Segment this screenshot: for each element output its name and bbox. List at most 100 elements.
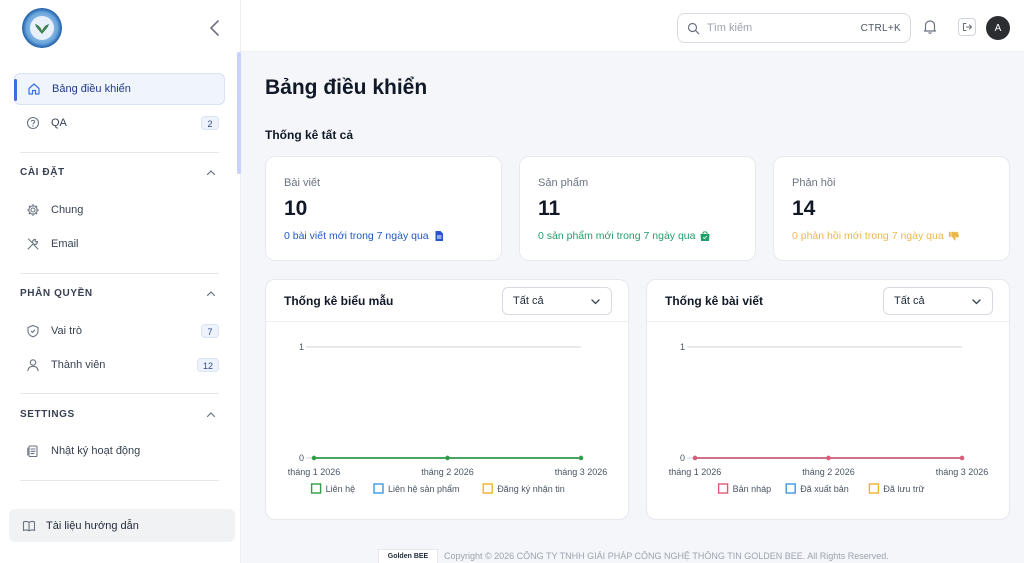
y-tick-label: 1: [680, 342, 685, 352]
data-point: [692, 455, 698, 461]
forms-line-chart: 0 1 tháng 1 2026 tháng 2 2026 tháng 3 2026 Li…: [288, 342, 608, 494]
stat-note-text: 0 bài viết mới trong 7 ngày qua: [284, 230, 429, 242]
sidebar-item-general[interactable]: Chung: [14, 194, 225, 226]
help-circle-icon: [26, 116, 40, 130]
chart-filter-select[interactable]: Tất cả: [883, 287, 993, 315]
topbar: Tìm kiếm CTRL+K A: [241, 0, 1024, 52]
search-shortcut: CTRL+K: [860, 22, 901, 34]
search-box[interactable]: Tìm kiếm CTRL+K: [677, 13, 911, 43]
sidebar-item-activity-log[interactable]: Nhật ký hoạt động: [14, 435, 225, 467]
divider: [20, 393, 219, 394]
stat-note: 0 phản hồi mới trong 7 ngày qua: [792, 230, 960, 242]
stat-value: 10: [284, 197, 308, 220]
chevron-down-icon: [590, 296, 601, 307]
sidebar-item-label: Thành viên: [51, 359, 106, 371]
legend-label: Đăng ký nhận tin: [497, 484, 565, 494]
chevron-up-icon[interactable]: [205, 408, 217, 420]
data-point: [959, 455, 965, 461]
section-title-settings: CÀI ĐẶT: [20, 167, 65, 178]
stat-value: 14: [792, 197, 816, 220]
sidebar-scrollbar[interactable]: [237, 52, 241, 174]
stats-heading: Thống kê tất cả: [265, 128, 354, 142]
legend-swatch: [717, 483, 729, 494]
bell-icon[interactable]: [922, 18, 938, 35]
posts-line-chart: 0 1 tháng 1 2026 tháng 2 2026 tháng 3 2026 Bả…: [669, 342, 989, 494]
stat-label: Phản hồi: [792, 177, 836, 189]
chart-header: Thống kê biểu mẫu Tất cả: [266, 280, 628, 322]
chart-filter-value: Tất cả: [513, 295, 544, 307]
legend-swatch: [373, 483, 384, 494]
chevron-up-icon[interactable]: [205, 287, 217, 299]
x-tick-label: tháng 1 2026: [288, 467, 341, 477]
sidebar-item-dashboard[interactable]: Bảng điều khiển: [14, 73, 225, 105]
user-icon: [26, 358, 40, 372]
legend-swatch: [310, 483, 322, 494]
x-tick-label: tháng 1 2026: [669, 467, 722, 477]
shopping-bag-icon: [699, 230, 711, 242]
data-point: [445, 455, 450, 461]
chevron-up-icon[interactable]: [205, 166, 217, 178]
shield-icon: [26, 324, 40, 338]
sidebar-item-label: Vai trò: [51, 325, 82, 337]
stat-label: Bài viết: [284, 177, 321, 189]
divider: [20, 480, 219, 481]
gear-icon: [26, 203, 40, 217]
section-title-settings-en: SETTINGS: [20, 409, 75, 420]
y-tick-label: 1: [299, 342, 304, 352]
logo-emblem-icon: [30, 16, 54, 40]
legend-label: Đã xuất bản: [800, 484, 849, 494]
data-point: [826, 455, 831, 461]
docs-link-label: Tài liệu hướng dẫn: [46, 519, 139, 532]
legend-label: Bản nháp: [733, 484, 772, 494]
book-icon: [22, 519, 36, 533]
stat-note-text: 0 sản phẩm mới trong 7 ngày qua: [538, 230, 696, 242]
sidebar-item-qa[interactable]: QA 2: [14, 107, 225, 139]
y-tick-label: 0: [680, 453, 685, 463]
collapse-sidebar-icon[interactable]: [206, 18, 224, 38]
avatar[interactable]: A: [986, 16, 1010, 40]
stat-value: 11: [538, 197, 561, 220]
stat-card-products: Sản phẩm 11 0 sản phẩm mới trong 7 ngày …: [519, 156, 756, 261]
search-icon: [687, 22, 700, 35]
legend-label: Liên hệ: [326, 484, 356, 494]
search-input[interactable]: Tìm kiếm: [707, 22, 861, 34]
activity-log-icon: [26, 444, 40, 458]
sidebar-item-label: Chung: [51, 204, 84, 216]
chart-header: Thống kê bài viết Tất cả: [647, 280, 1009, 322]
sidebar-item-label: QA: [51, 117, 67, 129]
chart-title: Thống kê bài viết: [665, 294, 764, 308]
x-tick-label: tháng 2 2026: [421, 467, 474, 477]
x-tick-label: tháng 2 2026: [802, 467, 855, 477]
chart-card-posts: Thống kê bài viết Tất cả 0 1 tháng 1 2026 t…: [646, 279, 1010, 520]
sidebar-item-members[interactable]: Thành viên 12: [14, 349, 225, 381]
count-badge: 2: [201, 116, 219, 130]
stat-card-feedback: Phản hồi 14 0 phản hồi mới trong 7 ngày …: [773, 156, 1010, 261]
sidebar-item-roles[interactable]: Vai trò 7: [14, 315, 225, 347]
y-tick-label: 0: [299, 453, 304, 463]
footer: Golden BEE Copyright © 2026 CÔNG TY TNHH…: [378, 549, 908, 563]
docs-link[interactable]: Tài liệu hướng dẫn: [9, 509, 235, 542]
sidebar-item-email[interactable]: Email: [14, 228, 225, 260]
thumbs-down-icon: [948, 230, 960, 242]
legend-swatch: [482, 483, 493, 494]
count-badge: 12: [196, 358, 219, 372]
footer-logo-text: Golden BEE: [387, 553, 429, 560]
tools-icon: [26, 237, 40, 251]
sidebar-item-label: Email: [51, 238, 79, 250]
legend-swatch: [785, 483, 796, 494]
stat-note-text: 0 phản hồi mới trong 7 ngày qua: [792, 230, 944, 242]
divider: [20, 273, 219, 274]
section-title-permissions: PHÂN QUYỀN: [20, 288, 93, 299]
sidebar-item-label: Nhật ký hoạt động: [51, 445, 141, 457]
sidebar: Bảng điều khiển QA 2 CÀI ĐẶT Chung Email…: [0, 0, 241, 563]
chart-title: Thống kê biểu mẫu: [284, 294, 394, 308]
footer-logo: Golden BEE: [378, 549, 438, 563]
logout-icon[interactable]: [958, 18, 976, 36]
divider: [20, 152, 219, 153]
legend-label: Đã lưu trữ: [883, 484, 924, 494]
chevron-down-icon: [971, 296, 982, 307]
logo[interactable]: [22, 8, 62, 48]
legend-label: Liên hệ sản phẩm: [388, 484, 460, 494]
chart-filter-select[interactable]: Tất cả: [502, 287, 612, 315]
stat-label: Sản phẩm: [538, 177, 589, 189]
